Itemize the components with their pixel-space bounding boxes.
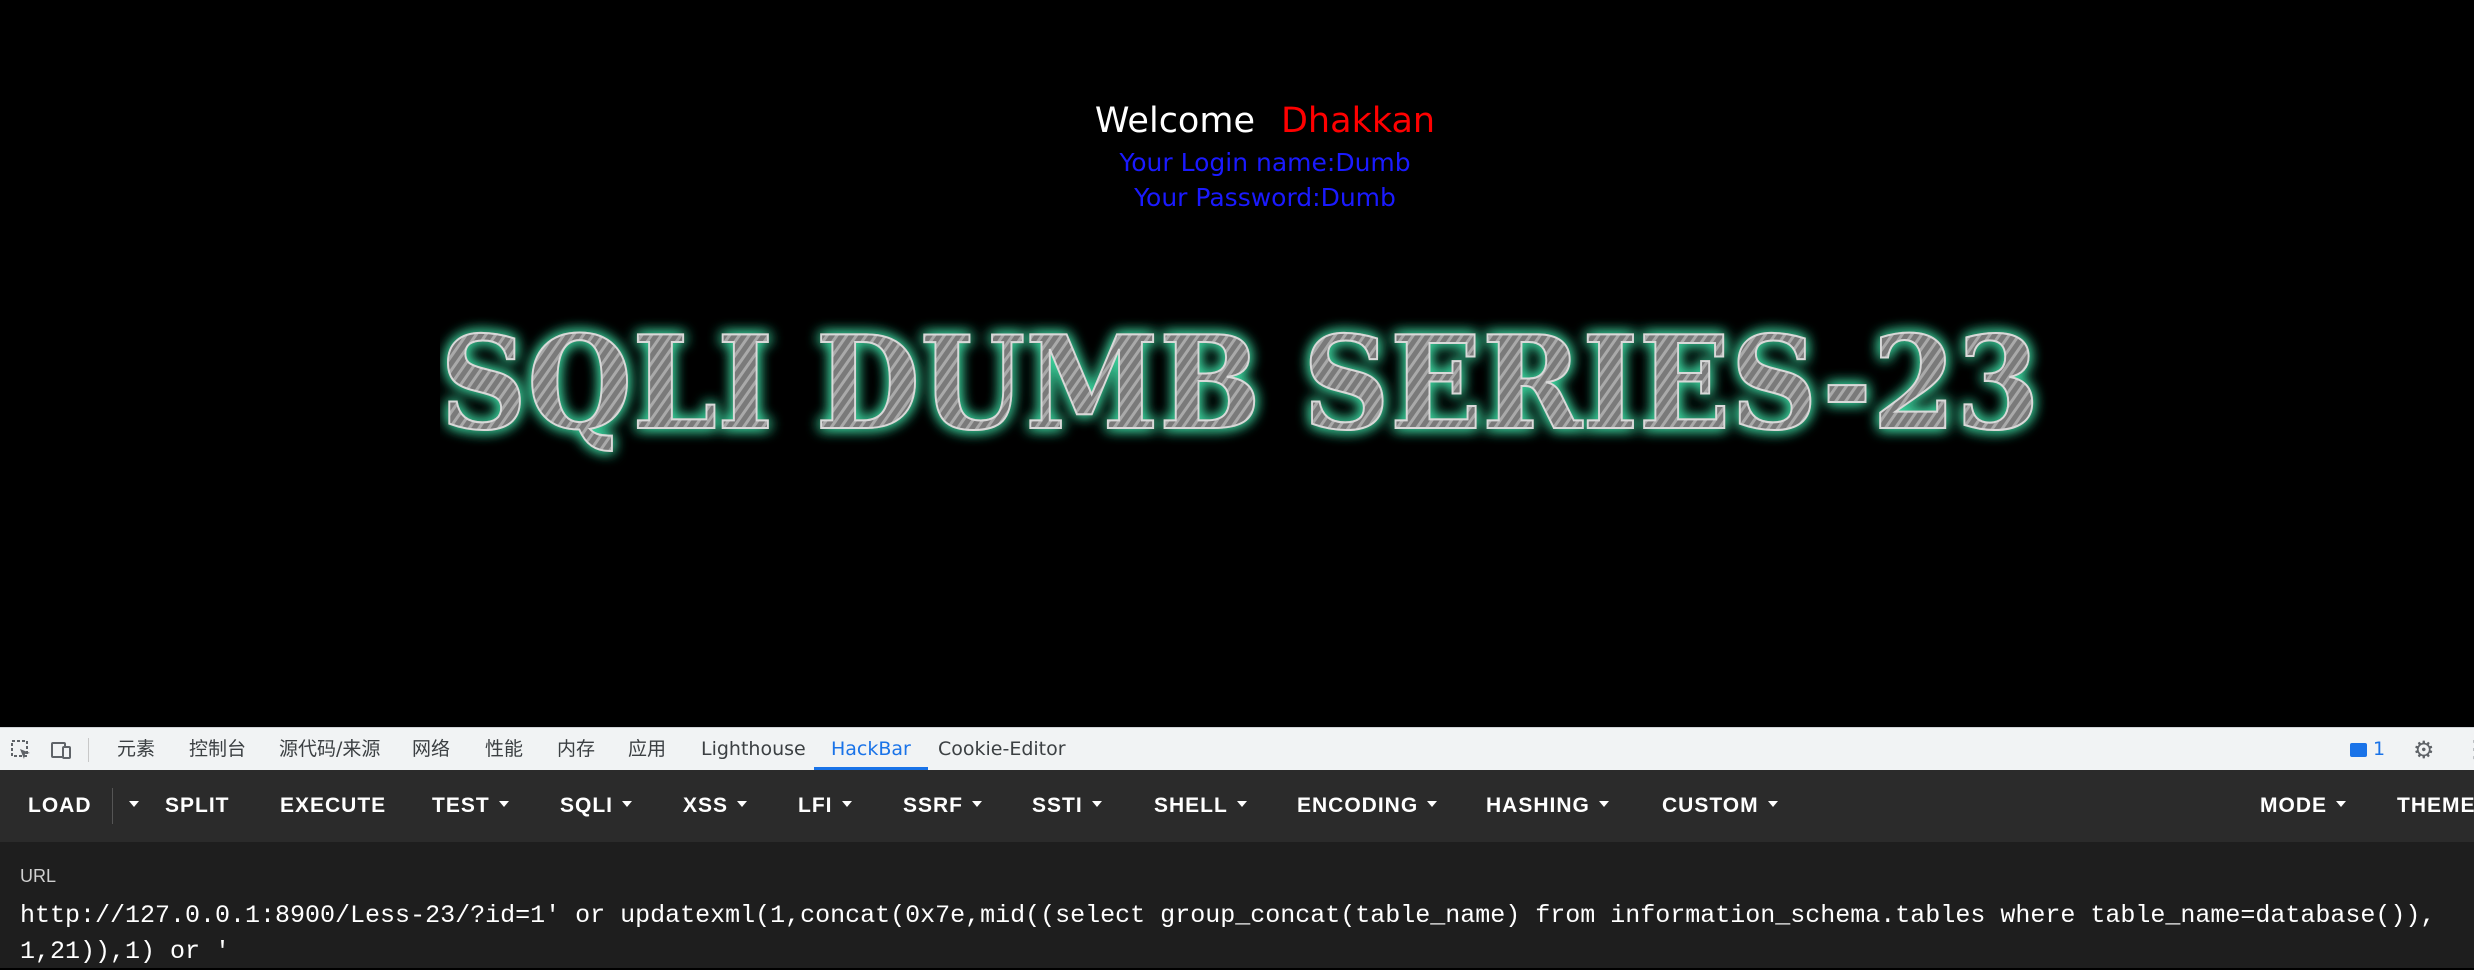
tab-elements[interactable]: 元素	[117, 728, 155, 770]
message-icon	[2350, 742, 2367, 757]
hashing-label: HASHING	[1486, 794, 1590, 817]
tab-network[interactable]: 网络	[412, 728, 450, 770]
issues-counter[interactable]: 1	[2350, 728, 2385, 770]
shell-menu-button[interactable]: SHELL	[1154, 770, 1247, 842]
caret-down-icon	[972, 801, 983, 808]
load-button[interactable]: LOAD	[28, 770, 92, 842]
page-content: Welcome Dhakkan Your Login name:Dumb Your…	[0, 0, 2474, 727]
tab-performance[interactable]: 性能	[485, 728, 523, 770]
more-options-icon[interactable]: ⋮	[2463, 737, 2474, 761]
url-panel: URL http://127.0.0.1:8900/Less-23/?id=1'…	[0, 842, 2474, 968]
sqli-label: SQLI	[560, 794, 614, 817]
banner-title: SQLI DUMB SERIES-23	[440, 309, 2040, 459]
tab-cookie-editor[interactable]: Cookie-Editor	[938, 728, 1066, 770]
tab-console[interactable]: 控制台	[189, 728, 246, 770]
password-text: Your Password:Dumb	[1134, 183, 1396, 212]
theme-label: THEME	[2397, 794, 2474, 817]
test-menu-button[interactable]: TEST	[432, 770, 509, 842]
settings-gear-icon[interactable]: ⚙	[2413, 738, 2435, 762]
xss-menu-button[interactable]: XSS	[683, 770, 748, 842]
ssti-menu-button[interactable]: SSTI	[1032, 770, 1102, 842]
encoding-menu-button[interactable]: ENCODING	[1297, 770, 1438, 842]
caret-down-icon	[1598, 801, 1609, 808]
caret-down-icon	[737, 801, 748, 808]
shell-label: SHELL	[1154, 794, 1228, 817]
tab-application[interactable]: 应用	[628, 728, 666, 770]
custom-menu-button[interactable]: CUSTOM	[1662, 770, 1778, 842]
hackbar-toolbar: LOAD SPLIT EXECUTE TEST SQLI XSS LFI SSR…	[0, 770, 2474, 842]
lfi-menu-button[interactable]: LFI	[798, 770, 852, 842]
tab-sources[interactable]: 源代码/来源	[279, 728, 380, 770]
tab-hackbar[interactable]: HackBar	[814, 728, 928, 770]
caret-down-icon	[1767, 801, 1778, 808]
caret-down-icon	[1091, 801, 1102, 808]
custom-label: CUSTOM	[1662, 794, 1759, 817]
load-dropdown-button[interactable]	[120, 770, 139, 842]
test-label: TEST	[432, 794, 490, 817]
hashing-menu-button[interactable]: HASHING	[1486, 770, 1609, 842]
sqli-menu-button[interactable]: SQLI	[560, 770, 633, 842]
caret-down-icon	[2336, 801, 2346, 808]
execute-button[interactable]: EXECUTE	[280, 770, 386, 842]
devtools-tab-bar: 元素 控制台 源代码/来源 网络 性能 内存 应用 Lighthouse Hac…	[0, 727, 2474, 770]
banner-image: SQLI DUMB SERIES-23	[440, 308, 2041, 460]
mode-label: MODE	[2260, 794, 2327, 817]
device-toolbar-icon[interactable]	[50, 739, 72, 761]
caret-down-icon	[1427, 801, 1438, 808]
tab-lighthouse[interactable]: Lighthouse	[701, 728, 806, 770]
caret-down-icon	[622, 801, 633, 808]
encoding-label: ENCODING	[1297, 794, 1419, 817]
inspect-element-icon[interactable]	[10, 739, 32, 761]
caret-down-icon	[841, 801, 852, 808]
welcome-text: Welcome	[1094, 101, 1255, 141]
split-button[interactable]: SPLIT	[165, 770, 230, 842]
lfi-label: LFI	[798, 794, 833, 817]
username-text: Dhakkan	[1280, 101, 1436, 141]
divider	[88, 738, 89, 762]
xss-label: XSS	[683, 794, 729, 817]
issue-count: 1	[2373, 738, 2386, 760]
divider	[112, 788, 113, 824]
ssrf-menu-button[interactable]: SSRF	[903, 770, 983, 842]
mode-menu-button[interactable]: MODE	[2260, 770, 2346, 842]
url-input[interactable]: http://127.0.0.1:8900/Less-23/?id=1' or …	[20, 898, 2460, 970]
theme-menu-button[interactable]: THEME	[2397, 770, 2474, 842]
caret-down-icon	[129, 801, 139, 808]
tab-memory[interactable]: 内存	[557, 728, 595, 770]
caret-down-icon	[498, 801, 509, 808]
ssti-label: SSTI	[1032, 794, 1083, 817]
url-label: URL	[20, 866, 57, 886]
welcome-line: Welcome Dhakkan	[0, 96, 2474, 146]
login-name-text: Your Login name:Dumb	[1119, 148, 1411, 177]
ssrf-label: SSRF	[903, 794, 964, 817]
caret-down-icon	[1236, 801, 1247, 808]
